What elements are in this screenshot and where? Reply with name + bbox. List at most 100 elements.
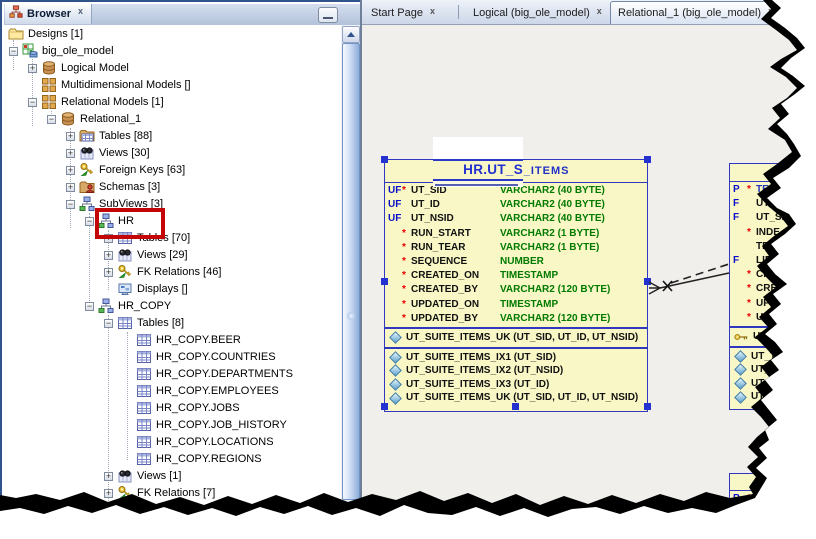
- tree-item-label: HR_COPY.JOBS: [156, 402, 240, 414]
- editor-tab-relational-1-big-ole-model[interactable]: Relational_1 (big_ole_model) x: [610, 1, 779, 24]
- tree-item-hr-copy-beer[interactable]: HR_COPY.BEER: [4, 332, 341, 349]
- column-row: * UPDAT: [733, 311, 814, 325]
- tree-item-displays[interactable]: Displays []: [4, 502, 341, 519]
- tree-item-big-ole-model[interactable]: − big_ole_model: [4, 43, 341, 60]
- expand-toggle-icon[interactable]: +: [66, 166, 75, 175]
- tree-scrollbar[interactable]: [341, 25, 360, 521]
- selection-handle[interactable]: [644, 403, 651, 410]
- tree-item-hr-copy-departments[interactable]: HR_COPY.DEPARTMENTS: [4, 366, 341, 383]
- table-icon: [136, 451, 152, 467]
- expand-toggle-icon[interactable]: +: [66, 132, 75, 141]
- tree-item-multidimensional-models[interactable]: Multidimensional Models []: [4, 77, 341, 94]
- column-row: F LIB_TE: [733, 254, 814, 268]
- column-name: LIB_TE: [756, 254, 791, 266]
- barrel-icon: [60, 111, 76, 127]
- selection-handle[interactable]: [512, 403, 519, 410]
- column-row: * CREA: [733, 268, 814, 282]
- tree-item-fk-relations-46[interactable]: + FK Relations [46]: [4, 264, 341, 281]
- panel-splitter[interactable]: [360, 0, 362, 539]
- tree-item-tables-8[interactable]: − Tables [8]: [4, 315, 341, 332]
- selection-handle[interactable]: [381, 278, 388, 285]
- tree-item-fk-relations-7[interactable]: + FK Relations [7]: [4, 485, 341, 502]
- tab-close-icon[interactable]: x: [597, 6, 602, 16]
- selection-handle[interactable]: [381, 403, 388, 410]
- column-datatype: VARCHAR2 (1 BYTE): [500, 241, 600, 253]
- expand-toggle-icon[interactable]: +: [104, 268, 113, 277]
- tree-item-label: FK Relations [7]: [137, 487, 216, 499]
- expand-toggle-icon[interactable]: +: [104, 251, 113, 260]
- selection-handle[interactable]: [644, 278, 651, 285]
- tree-item-label: Displays []: [137, 283, 188, 295]
- index: UT_TE UT_TE UT_TE UT_TEA: [730, 345, 814, 406]
- tree-item-views-30[interactable]: + Views [30]: [4, 145, 341, 162]
- expand-toggle-icon[interactable]: +: [66, 183, 75, 192]
- table-ut-suite-items[interactable]: UT_SUITE_ITEMSUF*UT_SIDVARCHAR2 (40 BYTE…: [384, 159, 648, 412]
- column-row: * CREAT: [733, 282, 814, 296]
- minimize-button[interactable]: [318, 7, 338, 23]
- column-row: F UT_ID: [733, 197, 814, 211]
- scrollbar-up-button[interactable]: [342, 26, 360, 43]
- tree-item-subviews-3[interactable]: − SubViews [3]: [4, 196, 341, 213]
- collapse-toggle-icon[interactable]: −: [85, 217, 94, 226]
- expand-toggle-icon[interactable]: +: [104, 489, 113, 498]
- expand-toggle-icon[interactable]: +: [104, 472, 113, 481]
- collapse-toggle-icon[interactable]: −: [47, 115, 56, 124]
- tree-item-displays[interactable]: Displays []: [4, 281, 341, 298]
- collapse-toggle-icon[interactable]: −: [66, 200, 75, 209]
- column-row: * INDE: [733, 226, 814, 240]
- tab-close-icon[interactable]: x: [430, 6, 435, 16]
- tree-item-hr-copy-employees[interactable]: HR_COPY.EMPLOYEES: [4, 383, 341, 400]
- key-icon: [79, 162, 95, 178]
- views-icon: [79, 145, 95, 161]
- column-datatype: VARCHAR2 (40 BYTE): [500, 213, 605, 225]
- tree-item-label: big_ole_model: [42, 45, 114, 57]
- tree-item-label: Relational Models [1]: [61, 96, 164, 108]
- tree-item-relational-models-1[interactable]: − Relational Models [1]: [4, 94, 341, 111]
- tree-item-hr-copy-regions[interactable]: HR_COPY.REGIONS: [4, 451, 341, 468]
- collapse-toggle-icon[interactable]: −: [85, 302, 94, 311]
- model-tree: Designs [1] − big_ole_model + Logical Model M…: [4, 25, 341, 521]
- tree-item-hr-copy-countries[interactable]: HR_COPY.COUNTRIES: [4, 349, 341, 366]
- expand-toggle-icon[interactable]: +: [66, 149, 75, 158]
- collapse-toggle-icon[interactable]: −: [104, 319, 113, 328]
- tree-item-tables-88[interactable]: + Tables [88]: [4, 128, 341, 145]
- tree-item-relational-1[interactable]: − Relational_1: [4, 111, 341, 128]
- tree-item-hr-copy-jobs[interactable]: HR_COPY.JOBS: [4, 400, 341, 417]
- expand-toggle-icon[interactable]: +: [28, 64, 37, 73]
- editor-tab-logical-big-ole-model[interactable]: Logical (big_ole_model) x: [466, 3, 606, 22]
- selection-handle[interactable]: [644, 156, 651, 163]
- scrollbar-thumb[interactable]: [342, 43, 360, 500]
- editor-tab-start-page[interactable]: ?Start Pagex: [364, 3, 439, 22]
- tree-item-logical-model[interactable]: + Logical Model: [4, 60, 341, 77]
- index-row: UT_TE: [733, 363, 814, 377]
- browser-tab-close-icon[interactable]: x: [78, 6, 83, 16]
- tree-item-views-1[interactable]: + Views [1]: [4, 468, 341, 485]
- tree-item-hr-copy-job-history[interactable]: HR_COPY.JOB_HISTORY: [4, 417, 341, 434]
- tree-item-label: Views [29]: [137, 249, 188, 261]
- column-name: TEA: [756, 240, 776, 252]
- browser-tab[interactable]: Browser x: [5, 4, 93, 24]
- selection-handle[interactable]: [381, 156, 388, 163]
- mandatory-star: *: [747, 226, 751, 238]
- tab-separator: [458, 5, 459, 19]
- table-title: [730, 474, 814, 491]
- tree-item-hr[interactable]: − HR: [4, 213, 341, 230]
- schema-icon: [79, 179, 95, 195]
- tree-item-tables-70[interactable]: + Tables [70]: [4, 230, 341, 247]
- collapse-toggle-icon[interactable]: −: [9, 47, 18, 56]
- tree-item-views-29[interactable]: + Views [29]: [4, 247, 341, 264]
- tree-item-foreign-keys-63[interactable]: + Foreign Keys [63]: [4, 162, 341, 179]
- table-bottom-partial[interactable]: P * LIB: [729, 473, 815, 517]
- tree-item-designs-1[interactable]: Designs [1]: [4, 26, 341, 43]
- tree-item-hr-copy[interactable]: − HR_COPY: [4, 298, 341, 315]
- collapse-toggle-icon[interactable]: −: [28, 98, 37, 107]
- tree-item-schemas-3[interactable]: + Schemas [3]: [4, 179, 341, 196]
- tab-close-icon[interactable]: x: [768, 6, 773, 16]
- tree-item-hr-copy-locations[interactable]: HR_COPY.LOCATIONS: [4, 434, 341, 451]
- column-name: CREAT: [756, 283, 790, 295]
- tree-item-label: HR_COPY.BEER: [156, 334, 241, 346]
- table-right-partial[interactable]: P * TEA F UT_ID F UT_SI * INDE TEA F LIB_TE * CREA * CR…: [729, 163, 815, 410]
- column-name: INDE: [756, 226, 780, 238]
- column-name: UT_ID: [411, 199, 440, 211]
- key-icon: [117, 485, 133, 501]
